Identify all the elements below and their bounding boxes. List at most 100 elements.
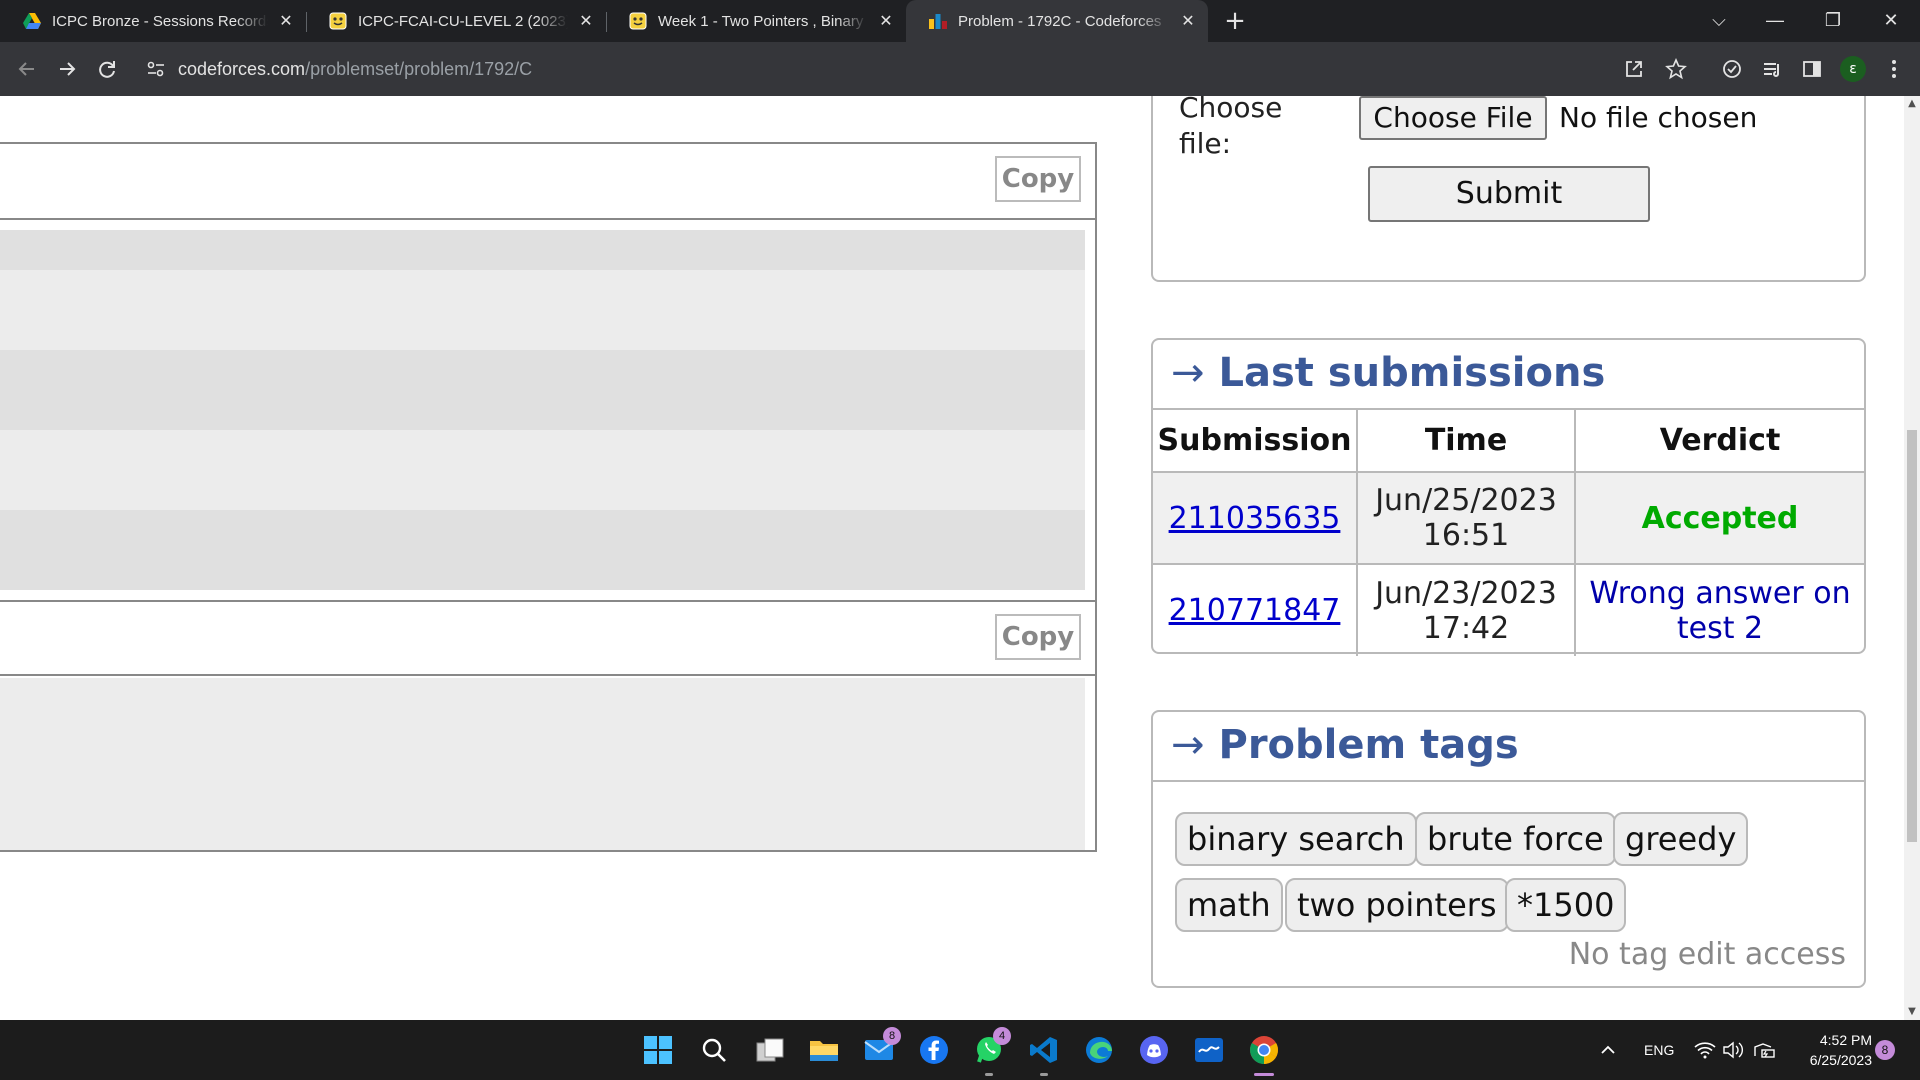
choose-file-label-line1: Choose — [1179, 96, 1283, 124]
scroll-up-icon[interactable]: ▲ — [1904, 96, 1920, 112]
tab-icpc-level2[interactable]: ICPC-FCAI-CU-LEVEL 2 (2023) - V ✕ — [306, 0, 606, 42]
last-submissions-title[interactable]: → Last submissions — [1153, 340, 1864, 410]
whatsapp-icon[interactable]: 4 — [969, 1027, 1011, 1076]
show-hidden-icons[interactable] — [1600, 1020, 1616, 1080]
time-cell: Jun/23/2023 17:42 — [1357, 564, 1576, 656]
site-info-icon[interactable] — [146, 60, 166, 82]
tab-title: Problem - 1792C - Codeforces — [958, 12, 1162, 30]
table-row: 210771847 Jun/23/2023 17:42 Wrong answer … — [1153, 564, 1864, 656]
submission-cell: 211035635 — [1153, 472, 1358, 565]
choose-file-label: Choose file: — [1179, 96, 1282, 162]
submission-date: Jun/25/2023 — [1375, 483, 1557, 518]
side-panel-icon[interactable] — [1798, 55, 1826, 83]
back-icon[interactable] — [10, 52, 44, 86]
tab-icpc-bronze[interactable]: ICPC Bronze - Sessions Records ✕ — [0, 0, 306, 42]
tab-title: ICPC-FCAI-CU-LEVEL 2 (2023) - V — [358, 12, 568, 30]
verdict-accepted: Accepted — [1641, 500, 1799, 536]
reload-icon[interactable] — [90, 52, 124, 86]
submission-date: Jun/23/2023 — [1375, 575, 1557, 611]
close-tab-icon[interactable]: ✕ — [1178, 11, 1198, 31]
time-cell: Jun/25/2023 16:51 — [1357, 472, 1576, 565]
copy-input-button[interactable]: Copy — [995, 156, 1081, 202]
sample-input-line — [0, 430, 1085, 510]
notification-badge[interactable]: 8 — [1875, 1040, 1895, 1060]
page-scrollbar[interactable]: ▲ ▼ — [1904, 96, 1920, 1020]
language-indicator[interactable]: ENG — [1644, 1020, 1674, 1080]
tag-binary-search[interactable]: binary search — [1175, 812, 1417, 866]
facebook-icon[interactable] — [914, 1030, 954, 1070]
tab-week1[interactable]: Week 1 - Two Pointers , Binary Se ✕ — [606, 0, 906, 42]
sample-input-line — [0, 510, 1085, 590]
running-indicator — [985, 1073, 993, 1076]
windows-start-icon[interactable] — [638, 1030, 678, 1070]
submit-button[interactable]: Submit — [1368, 166, 1650, 222]
profile-avatar[interactable]: ε — [1840, 56, 1866, 82]
no-tag-edit-access: No tag edit access — [1568, 937, 1846, 972]
whiteboard-icon[interactable] — [1189, 1030, 1229, 1070]
discord-icon[interactable] — [1134, 1030, 1174, 1070]
url-text: codeforces.com/problemset/problem/1792/C — [178, 50, 532, 88]
system-clock[interactable]: 4:52 PM 6/25/2023 — [1792, 1030, 1872, 1070]
page-content: Copy Copy Choose file: Choose File No fi… — [0, 96, 1904, 1020]
table-row: 211035635 Jun/25/2023 16:51 Accepted — [1153, 472, 1864, 565]
scroll-thumb[interactable] — [1907, 430, 1917, 842]
close-tab-icon[interactable]: ✕ — [876, 11, 896, 31]
tab-title: Week 1 - Two Pointers , Binary Se — [658, 12, 868, 30]
more-menu-icon[interactable] — [1880, 55, 1908, 83]
search-icon[interactable] — [694, 1030, 734, 1070]
running-indicator — [1040, 1073, 1048, 1076]
file-explorer-icon[interactable] — [804, 1030, 844, 1070]
clock-date: 6/25/2023 — [1809, 1052, 1872, 1068]
mail-icon[interactable]: 8 — [859, 1027, 901, 1070]
choose-file-button[interactable]: Choose File — [1359, 96, 1547, 140]
forward-icon[interactable] — [50, 52, 84, 86]
battery-icon[interactable] — [1752, 1020, 1776, 1080]
arrow-right-icon: → — [1171, 722, 1205, 768]
close-tab-icon[interactable]: ✕ — [576, 11, 596, 31]
tab-search-icon[interactable]: ⌵ — [1690, 0, 1748, 42]
arrow-right-icon: → — [1171, 350, 1205, 396]
minimize-icon[interactable]: — — [1746, 0, 1804, 42]
wifi-icon[interactable] — [1694, 1020, 1716, 1080]
tag-math[interactable]: math — [1175, 878, 1283, 932]
url-path: /problemset/problem/1792/C — [305, 59, 533, 79]
address-bar[interactable]: codeforces.com/problemset/problem/1792/C — [136, 50, 1676, 88]
tab-codeforces-problem[interactable]: Problem - 1792C - Codeforces ✕ — [906, 0, 1208, 42]
submission-link[interactable]: 211035635 — [1169, 501, 1341, 536]
tag-difficulty[interactable]: *1500 — [1505, 878, 1627, 932]
new-tab-button[interactable]: + — [1220, 6, 1250, 36]
tag-brute-force[interactable]: brute force — [1415, 812, 1616, 866]
task-view-icon[interactable] — [750, 1030, 790, 1070]
vscode-icon[interactable] — [1024, 1030, 1064, 1076]
sample-tests: Copy Copy — [0, 142, 1097, 852]
bookmark-star-icon[interactable] — [1662, 55, 1690, 83]
volume-icon[interactable] — [1722, 1020, 1744, 1080]
choose-file-label-line2: file: — [1179, 127, 1232, 160]
active-indicator — [1254, 1073, 1274, 1076]
submission-time: 17:42 — [1422, 610, 1510, 646]
share-icon[interactable] — [1620, 55, 1648, 83]
close-tab-icon[interactable]: ✕ — [276, 11, 296, 31]
copy-output-button[interactable]: Copy — [995, 614, 1081, 660]
column-header: Verdict — [1575, 410, 1864, 473]
close-window-icon[interactable]: ✕ — [1862, 0, 1920, 42]
sample-input-line — [0, 270, 1085, 350]
section-title: Problem tags — [1218, 722, 1519, 768]
edge-icon[interactable] — [1079, 1030, 1119, 1070]
submissions-table: Submission Time Verdict 211035635 Jun/25… — [1153, 410, 1864, 656]
submit-box: Choose file: Choose File No file chosen … — [1151, 96, 1866, 282]
verdict-wrong-answer[interactable]: Wrong answer on test 2 — [1589, 576, 1850, 646]
sample-input-line — [0, 230, 1085, 270]
chrome-icon[interactable] — [1244, 1030, 1284, 1076]
tag-greedy[interactable]: greedy — [1613, 812, 1749, 866]
restore-icon[interactable]: ❐ — [1804, 0, 1862, 42]
extension-icon[interactable] — [1718, 55, 1746, 83]
problem-tags-title[interactable]: → Problem tags — [1153, 712, 1864, 782]
vjudge-icon — [628, 11, 648, 31]
scroll-down-icon[interactable]: ▼ — [1904, 1004, 1920, 1020]
section-title: Last submissions — [1218, 350, 1606, 396]
tag-two-pointers[interactable]: two pointers — [1285, 878, 1509, 932]
submission-link[interactable]: 210771847 — [1169, 593, 1341, 628]
media-control-icon[interactable] — [1758, 55, 1786, 83]
windows-taskbar: 8 4 ENG 4:52 PM 6/25/2023 8 — [0, 1020, 1920, 1080]
